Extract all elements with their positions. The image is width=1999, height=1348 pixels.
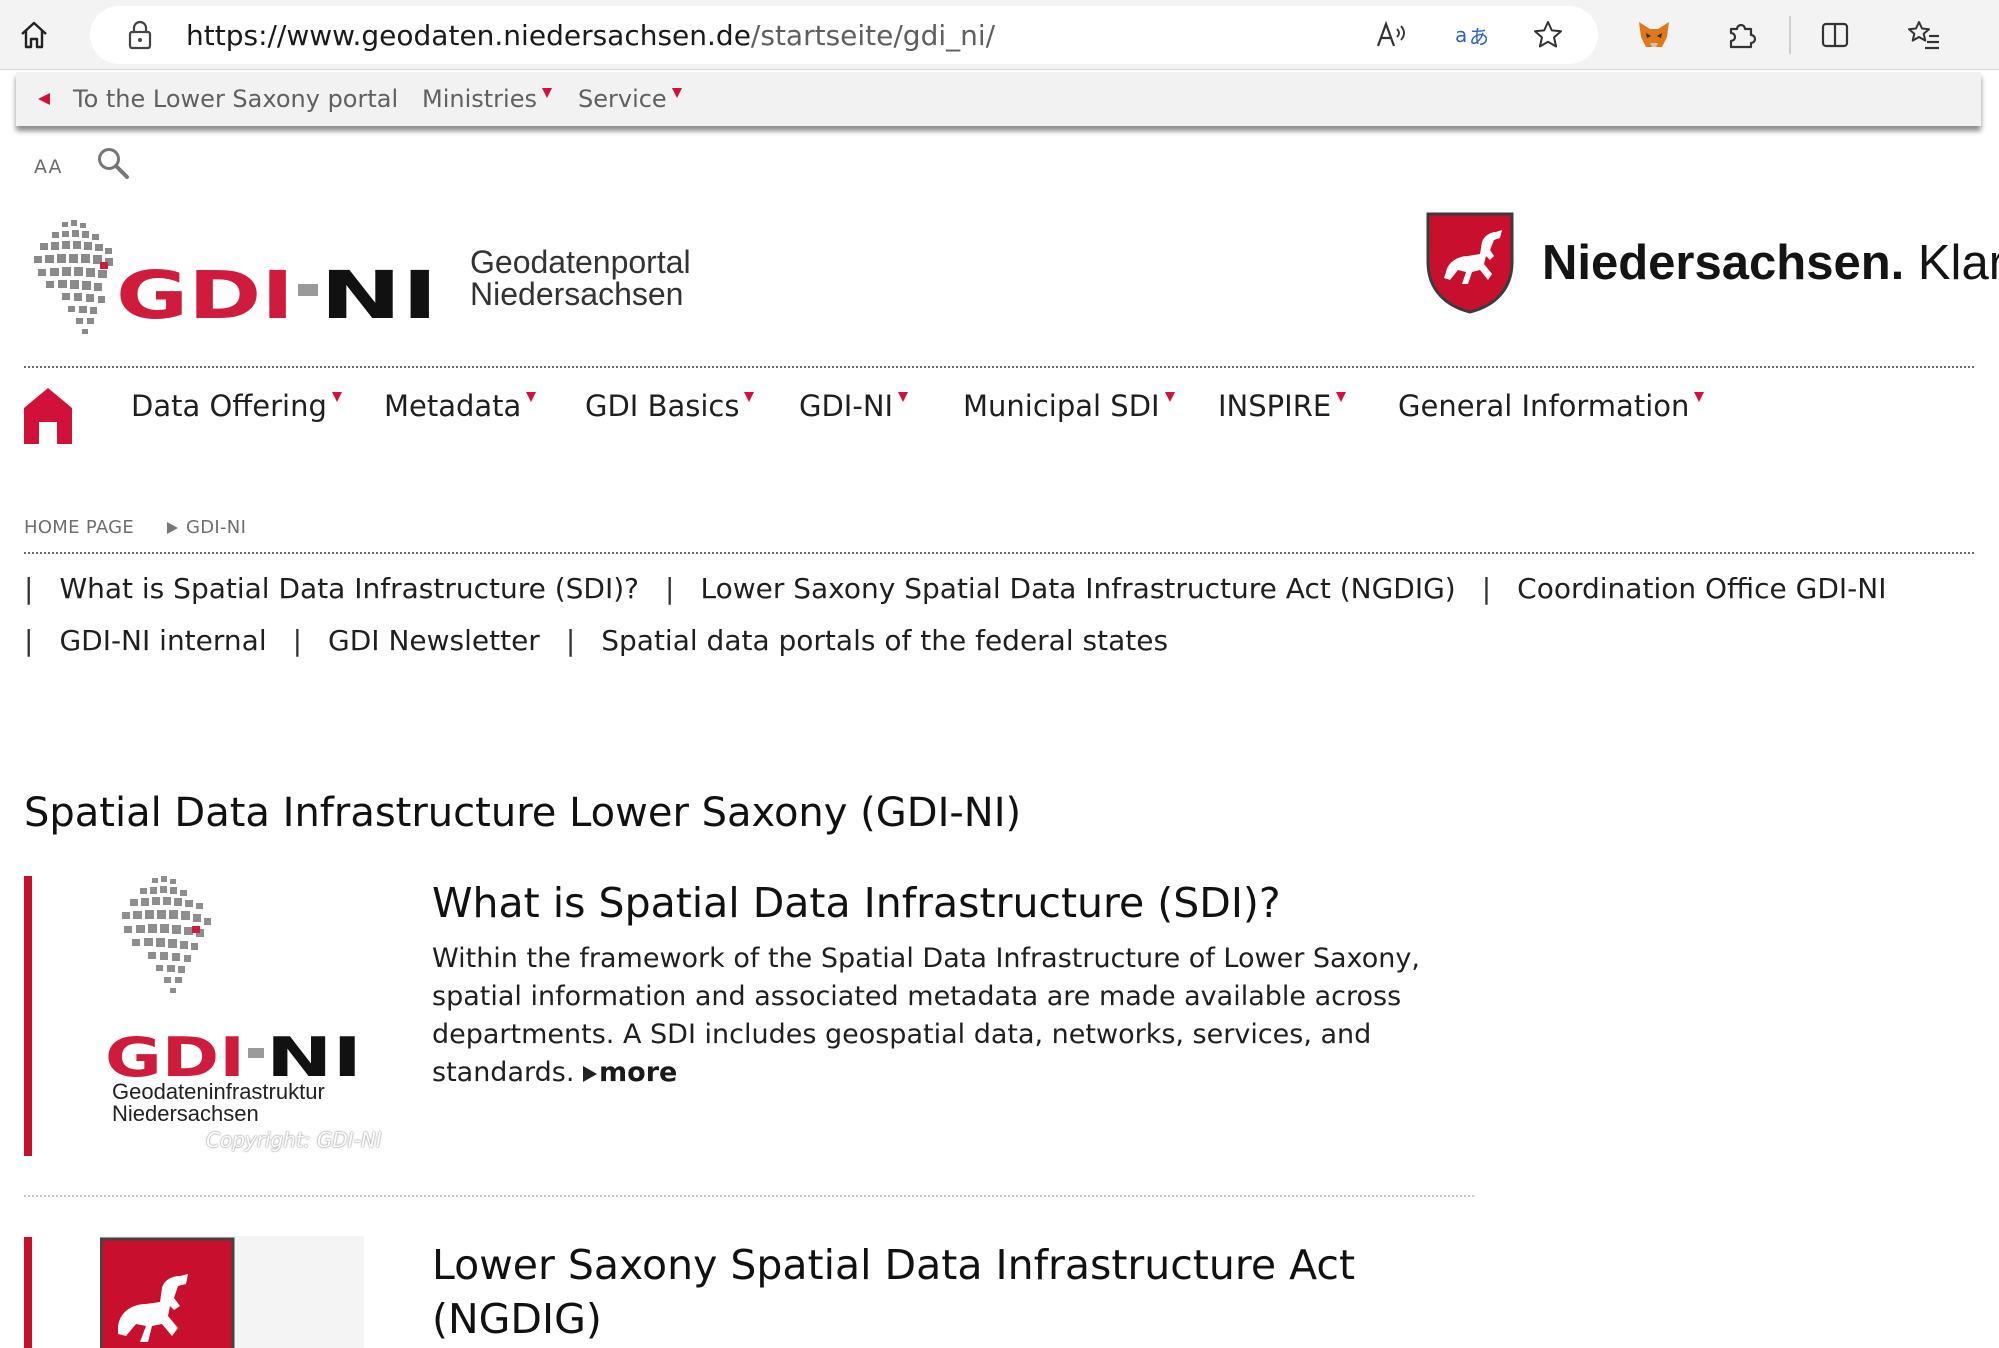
- dropdown-caret-icon: [898, 392, 909, 402]
- niedersachsen-brand: Niedersachsen. Klar.: [1542, 236, 1999, 290]
- subnav-link-ngdig[interactable]: Lower Saxony Spatial Data Infrastructure…: [700, 572, 1455, 605]
- teaser-title-line1: Lower Saxony Spatial Data Infrastructure…: [432, 1241, 1356, 1289]
- more-link[interactable]: more: [583, 1057, 677, 1088]
- teaser-title-what-is-sdi[interactable]: What is Spatial Data Infrastructure (SDI…: [432, 876, 1281, 930]
- subnav-separator: |: [24, 572, 34, 605]
- header-divider: [24, 366, 1974, 368]
- font-size-toggle[interactable]: AA: [34, 156, 63, 178]
- lock-icon[interactable]: [118, 13, 162, 57]
- svg-text:a: a: [1455, 23, 1467, 47]
- image-copyright: Copyright: GDI-NI: [206, 1128, 382, 1152]
- dropdown-caret-icon: [526, 392, 537, 402]
- nav-label: Data Offering: [131, 389, 327, 423]
- svg-text:GDI: GDI: [116, 257, 294, 334]
- nav-general-information[interactable]: General Information: [1398, 389, 1705, 423]
- service-label: Service: [578, 85, 667, 113]
- ministries-menu[interactable]: Ministries: [422, 85, 552, 113]
- favorites-list-icon[interactable]: [1902, 13, 1946, 57]
- url-path: /startseite/gdi_ni/: [750, 19, 996, 52]
- favorite-star-icon[interactable]: [1526, 13, 1570, 57]
- teaser-image-gdi-ni[interactable]: GDI NI Geodateninfrastruktur Niedersachs…: [100, 876, 406, 1152]
- brand-regular: Klar.: [1917, 236, 1999, 290]
- teaser-image-ngdig[interactable]: [99, 1236, 364, 1348]
- teaser-accent-bar: [24, 876, 32, 1156]
- ministries-label: Ministries: [422, 85, 537, 113]
- nav-label: General Information: [1398, 389, 1690, 423]
- brand-bold: Niedersachsen.: [1542, 236, 1905, 290]
- teaser-title-ngdig[interactable]: Lower Saxony Spatial Data Infrastructure…: [432, 1238, 1532, 1346]
- subnav-separator: |: [565, 624, 576, 657]
- nav-municipal-sdi[interactable]: Municipal SDI: [963, 389, 1175, 423]
- teaser-accent-bar: [24, 1237, 32, 1348]
- nav-gdi-ni[interactable]: GDI-NI: [799, 389, 909, 423]
- nav-inspire[interactable]: INSPIRE: [1218, 389, 1347, 423]
- translate-icon[interactable]: aあ: [1451, 13, 1495, 57]
- teaser-body: Within the framework of the Spatial Data…: [432, 943, 1420, 1088]
- url-domain: https://www.geodaten.niedersachsen.de: [186, 19, 751, 52]
- lower-saxony-crest-icon[interactable]: [1424, 210, 1516, 314]
- logo-subtitle: Geodatenportal Niedersachsen: [470, 246, 691, 310]
- subnav-link-coordination-office[interactable]: Coordination Office GDI-NI: [1517, 572, 1886, 605]
- subnav-link-gdi-newsletter[interactable]: GDI Newsletter: [328, 624, 540, 657]
- nav-label: GDI Basics: [585, 389, 740, 423]
- address-bar[interactable]: https://www.geodaten.niedersachsen.de/st…: [90, 6, 1598, 64]
- subnav-separator: |: [665, 572, 675, 605]
- breadcrumb-divider: [24, 552, 1974, 554]
- back-arrow-icon: [38, 93, 50, 105]
- svg-text:あ: あ: [1469, 25, 1489, 49]
- teaser-title-line2: (NGDIG): [432, 1295, 602, 1343]
- dropdown-caret-icon: [671, 88, 682, 98]
- map-dots-graphic: [34, 220, 113, 334]
- more-label: more: [599, 1057, 678, 1088]
- logo-subtitle-line2: Niedersachsen: [470, 276, 684, 312]
- nav-label: Metadata: [384, 389, 522, 423]
- nav-data-offering[interactable]: Data Offering: [131, 389, 342, 423]
- fox-extension-icon[interactable]: [1632, 13, 1676, 57]
- nav-label: GDI-NI: [799, 389, 894, 423]
- subnav-link-gdi-ni-internal[interactable]: GDI-NI internal: [59, 624, 266, 657]
- breadcrumb-current: GDI-NI: [186, 517, 247, 538]
- subnav-separator: |: [24, 624, 34, 657]
- subnav-row-1: | What is Spatial Data Infrastructure (SD…: [24, 572, 1886, 606]
- read-aloud-icon[interactable]: [1370, 13, 1414, 57]
- home-icon[interactable]: [22, 386, 74, 444]
- svg-text:NI: NI: [320, 257, 438, 334]
- dropdown-caret-icon: [1336, 392, 1347, 402]
- search-icon[interactable]: [96, 146, 130, 180]
- toolbar-separator: [1789, 16, 1791, 54]
- extensions-puzzle-icon[interactable]: [1719, 13, 1763, 57]
- dropdown-caret-icon: [744, 392, 755, 402]
- nav-metadata[interactable]: Metadata: [384, 389, 537, 423]
- subnav-link-federal-portals[interactable]: Spatial data portals of the federal stat…: [601, 624, 1168, 657]
- subnav-separator: |: [1481, 572, 1492, 605]
- nav-label: Municipal SDI: [963, 389, 1160, 423]
- portal-bar: To the Lower Saxony portal Ministries Se…: [16, 72, 1981, 126]
- teaser-divider: [24, 1195, 1474, 1197]
- service-menu[interactable]: Service: [578, 85, 682, 113]
- browser-toolbar: https://www.geodaten.niedersachsen.de/st…: [0, 0, 1999, 70]
- logo-subtitle-line1: Geodatenportal: [470, 244, 691, 280]
- gdi-ni-logo[interactable]: GDI NI: [32, 218, 452, 342]
- subnav-link-what-is-sdi[interactable]: What is Spatial Data Infrastructure (SDI…: [59, 572, 639, 605]
- nav-gdi-basics[interactable]: GDI Basics: [585, 389, 755, 423]
- dropdown-caret-icon: [1164, 392, 1175, 402]
- breadcrumb-home[interactable]: HOME PAGE: [24, 517, 134, 539]
- dropdown-caret-icon: [1694, 392, 1705, 402]
- teaser-text-what-is-sdi: Within the framework of the Spatial Data…: [432, 940, 1462, 1092]
- subnav-row-2: | GDI-NI internal | GDI Newsletter | Spatial …: [24, 624, 1168, 658]
- more-arrow-icon: [583, 1066, 598, 1082]
- portal-back-link[interactable]: To the Lower Saxony portal: [73, 85, 398, 113]
- dropdown-caret-icon: [541, 88, 552, 98]
- nav-label: INSPIRE: [1218, 389, 1332, 423]
- url-text: https://www.geodaten.niedersachsen.de/st…: [186, 21, 995, 51]
- teaser-logo-caption-2: Niedersachsen: [112, 1101, 259, 1126]
- page-title: Spatial Data Infrastructure Lower Saxony…: [24, 790, 1022, 836]
- subnav-separator: |: [292, 624, 303, 657]
- home-browser-icon[interactable]: [12, 13, 56, 57]
- dropdown-caret-icon: [331, 392, 342, 402]
- split-screen-icon[interactable]: [1813, 13, 1857, 57]
- breadcrumb-arrow-icon: [167, 522, 178, 534]
